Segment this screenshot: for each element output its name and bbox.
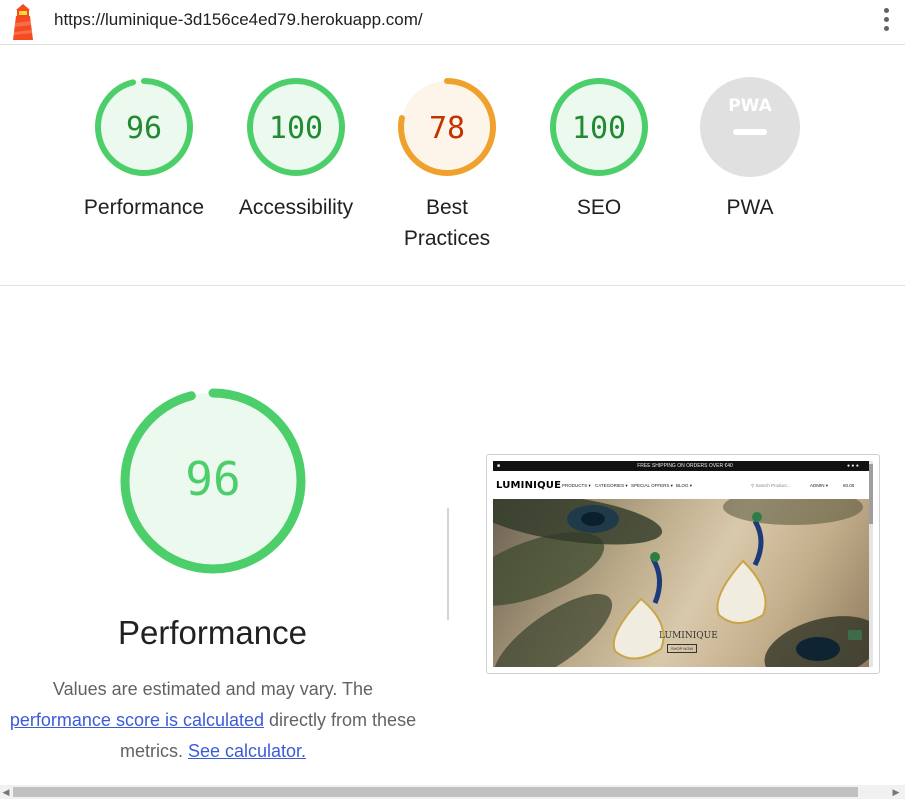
gauge-performance-label: Performance [83,196,205,219]
gauge-pwa-label: PWA [726,196,774,219]
vertical-separator [447,508,449,620]
lighthouse-logo-icon [13,4,33,40]
thumb-brand: LUMINIQUE [496,480,562,491]
final-screenshot[interactable]: ■ FREE SHIPPING ON ORDERS OVER €40 ● ● ●… [486,454,880,674]
horizontal-scrollbar[interactable]: ◀ ▶ [0,785,905,799]
gauge-accessibility[interactable]: 100 Accessibility [221,76,371,223]
thumb-hero-art [493,489,873,667]
desc-text-3: metrics. [119,741,183,761]
scroll-right-arrow-icon[interactable]: ▶ [891,787,901,797]
thumb-menu-blog: BLOG ▾ [676,483,693,488]
gauge-accessibility-ring: 100 [247,78,345,176]
performance-score-link[interactable]: performance score is calculated [10,710,264,730]
gauge-seo-ring: 100 [550,78,648,176]
thumb-hero-title: LUMINIQUE [659,631,718,641]
gauge-best-practices-label: Best Practices [403,196,491,250]
performance-big-score: 96 [185,452,240,506]
thumb-hero-button: SHOP NOW [667,644,698,653]
gauge-best-practices[interactable]: 78 Best Practices [372,76,522,254]
report-url: https://luminique-3d156ce4ed79.herokuapp… [54,10,423,29]
gauge-performance[interactable]: 96 Performance [69,76,219,223]
gauge-accessibility-label: Accessibility [238,196,354,219]
gauge-best-practices-ring: 78 [398,78,496,176]
desc-text-1: Values are estimated and may vary. The [52,679,374,699]
final-screenshot-image: ■ FREE SHIPPING ON ORDERS OVER €40 ● ● ●… [493,461,873,667]
svg-text:PWA: PWA [728,96,772,116]
section-divider [0,285,905,286]
thumb-hero: LUMINIQUE SHOP NOW [493,489,873,667]
thumb-topbar: ■ FREE SHIPPING ON ORDERS OVER €40 ● ● ● [493,461,873,471]
gauge-performance-value: 96 [126,111,162,146]
gauge-pwa[interactable]: PWA PWA [675,76,825,223]
pwa-badge-icon: PWA [700,77,800,177]
report-header: https://luminique-3d156ce4ed79.herokuapp… [0,0,905,45]
thumb-cart: €0.00 [843,483,855,488]
thumb-search: ⚲ Search Product... [751,483,791,488]
performance-description: Values are estimated and may vary. The p… [0,674,426,767]
desc-text-2: directly from these [269,710,417,730]
gauge-seo-label: SEO [576,196,622,219]
gauge-seo[interactable]: 100 SEO [524,76,674,223]
scroll-left-arrow-icon[interactable]: ◀ [1,787,11,797]
gauge-accessibility-value: 100 [269,111,323,146]
thumb-menu-products: PRODUCTS ▾ [562,483,591,488]
gauge-performance-ring: 96 [95,78,193,176]
performance-big-gauge: 96 [120,388,306,574]
kebab-menu-icon[interactable] [880,8,892,36]
horizontal-scroll-thumb[interactable] [13,787,858,797]
thumb-menu-categories: CATEGORIES ▾ [595,483,628,488]
thumb-scrollbar [869,461,873,667]
see-calculator-link[interactable]: See calculator. [188,741,306,761]
thumb-navbar: LUMINIQUE PRODUCTS ▾ CATEGORIES ▾ SPECIA… [493,471,873,500]
gauge-best-practices-value: 78 [429,111,465,146]
performance-title: Performance [118,614,307,651]
thumb-topbar-text: FREE SHIPPING ON ORDERS OVER €40 [637,463,733,469]
thumb-chat-button [848,630,862,640]
gauge-seo-value: 100 [572,111,626,146]
thumb-account: ADMIN ▾ [810,483,829,488]
thumb-menu-offers: SPECIAL OFFERS ▾ [631,483,673,488]
